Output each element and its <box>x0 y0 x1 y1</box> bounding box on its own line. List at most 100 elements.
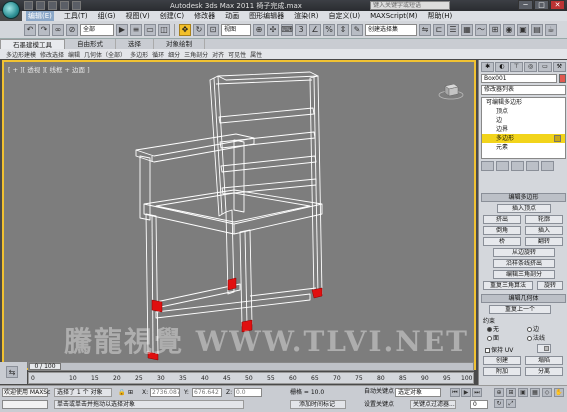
zoom-extents-all-icon[interactable]: ▦ <box>530 388 540 397</box>
menu-graph-editors[interactable]: 图形编辑器 <box>249 11 284 21</box>
edit-geometry-rollout[interactable]: 编辑几何体 <box>481 294 566 303</box>
ribbon-subdivision[interactable]: 细分 <box>168 50 180 59</box>
y-coord-field[interactable]: 676.642 <box>192 388 222 397</box>
create-tab-icon[interactable]: ✱ <box>481 62 495 72</box>
field-of-view-icon[interactable]: ◇ <box>542 388 552 397</box>
stack-item-polygon[interactable]: 多边形 <box>482 134 565 143</box>
time-slider-thumb[interactable]: 0 / 100 <box>29 363 61 370</box>
zoom-all-icon[interactable]: ⊞ <box>506 388 516 397</box>
curve-editor-icon[interactable]: 〜 <box>475 23 487 36</box>
snaps-icon[interactable]: 3 <box>295 23 307 36</box>
turn-button[interactable]: 旋转 <box>537 281 563 290</box>
ribbon-geometry-all[interactable]: 几何体（全部） <box>84 50 126 59</box>
undo-icon[interactable] <box>60 1 69 10</box>
menu-tools[interactable]: 工具(T) <box>64 11 88 21</box>
menu-animation[interactable]: 动画 <box>225 11 239 21</box>
move-icon[interactable]: ✥ <box>179 23 191 36</box>
keyboard-shortcut-icon[interactable]: ⌨ <box>281 23 293 36</box>
edit-named-sets-icon[interactable]: ✎ <box>351 23 363 36</box>
scale-icon[interactable]: ⊡ <box>207 23 219 36</box>
attach-button[interactable]: 附加 <box>483 367 521 376</box>
maximize-button[interactable]: □ <box>534 0 549 10</box>
edit-triangulation-button[interactable]: 编辑三角剖分 <box>493 270 555 279</box>
unlink-icon[interactable]: ⊘ <box>66 23 78 36</box>
insert-vertex-button[interactable]: 插入顶点 <box>497 204 551 213</box>
transform-mode-icon[interactable]: ⊞ <box>128 388 133 397</box>
reference-coord-dropdown[interactable]: 视图 <box>221 23 251 36</box>
go-to-end-icon[interactable]: ⏭ <box>472 388 482 397</box>
link-icon[interactable]: ∞ <box>52 23 64 36</box>
menu-group[interactable]: 组(G) <box>98 11 116 21</box>
bridge-button[interactable]: 桥 <box>483 237 521 246</box>
outline-button[interactable]: 轮廓 <box>525 215 563 224</box>
create-button[interactable]: 创建 <box>483 356 521 365</box>
tab-object-paint[interactable]: 对象绘制 <box>154 39 205 49</box>
ribbon-polygon-modeling[interactable]: 多边形建模 <box>6 50 36 59</box>
preserve-uvs-checkbox[interactable]: 保持 UV <box>485 345 513 354</box>
modify-tab-icon[interactable]: ◐ <box>495 62 509 72</box>
auto-key-button[interactable]: 自动关键点 <box>364 387 394 397</box>
stack-item-editable-poly[interactable]: 可编辑多边形 <box>482 98 565 107</box>
mirror-icon[interactable]: ⇋ <box>419 23 431 36</box>
configure-sets-icon[interactable] <box>541 161 554 171</box>
ribbon-properties[interactable]: 属性 <box>250 50 262 59</box>
maxscript-input[interactable] <box>2 400 48 409</box>
tab-graphite-modeling[interactable]: 石墨建模工具 <box>0 39 65 49</box>
render-setup-icon[interactable]: ▣ <box>517 23 529 36</box>
retriangulate-button[interactable]: 重复三角算法 <box>483 281 533 290</box>
align-icon[interactable]: ⊏ <box>433 23 445 36</box>
maxscript-listener[interactable]: 欢迎使用 MAXSc <box>2 388 50 397</box>
preserve-uvs-settings-button[interactable] <box>537 344 551 353</box>
display-tab-icon[interactable]: ▭ <box>538 62 552 72</box>
ribbon-modify-selection[interactable]: 修改选择 <box>40 50 64 59</box>
ribbon-edit[interactable]: 编辑 <box>68 50 80 59</box>
select-object-icon[interactable]: ▶ <box>116 23 128 36</box>
x-coord-field[interactable]: 2736.087 <box>150 388 181 397</box>
menu-customize[interactable]: 自定义(U) <box>328 11 360 21</box>
menu-rendering[interactable]: 渲染(R) <box>294 11 318 21</box>
stack-item-element[interactable]: 元素 <box>482 143 565 152</box>
repeat-last-button[interactable]: 重复上一个 <box>489 305 551 314</box>
inset-button[interactable]: 插入 <box>525 226 563 235</box>
redo-icon[interactable] <box>72 1 81 10</box>
zoom-extents-icon[interactable]: ▣ <box>518 388 528 397</box>
z-coord-field[interactable]: 0.0 <box>234 388 262 397</box>
modifier-list-dropdown[interactable]: 修改器列表 <box>481 85 566 95</box>
menu-edit[interactable]: 编辑(E) <box>26 11 54 21</box>
constraint-edge-radio[interactable]: 边 <box>527 324 539 333</box>
constraint-none-radio[interactable]: 无 <box>487 324 499 333</box>
spinner-snap-icon[interactable]: ⇕ <box>337 23 349 36</box>
redo-icon[interactable]: ↷ <box>38 23 50 36</box>
menu-help[interactable]: 帮助(H) <box>428 11 453 21</box>
edit-polygons-rollout[interactable]: 编辑多边形 <box>481 193 566 202</box>
app-menu-button[interactable] <box>2 1 20 19</box>
new-file-icon[interactable] <box>24 1 33 10</box>
bevel-button[interactable]: 倒角 <box>483 226 521 235</box>
ribbon-polygons[interactable]: 多边形 <box>130 50 148 59</box>
mini-curve-editor-icon[interactable]: ⇆ <box>6 366 18 378</box>
time-slider[interactable]: 0 / 100 <box>28 362 474 371</box>
stack-item-vertex[interactable]: 顶点 <box>482 107 565 116</box>
orbit-icon[interactable]: ↻ <box>494 399 504 408</box>
flip-button[interactable]: 翻转 <box>525 237 563 246</box>
hinge-from-edge-button[interactable]: 从边旋转 <box>493 248 555 257</box>
render-production-icon[interactable]: ☕ <box>545 23 557 36</box>
ribbon-visibility[interactable]: 可见性 <box>228 50 246 59</box>
rotate-icon[interactable]: ↻ <box>193 23 205 36</box>
ribbon-triangulation[interactable]: 三角剖分 <box>184 50 208 59</box>
minimize-button[interactable]: ─ <box>518 0 533 10</box>
object-color-swatch[interactable] <box>559 74 566 83</box>
play-icon[interactable]: ▶ <box>461 388 471 397</box>
add-time-tag-button[interactable]: 添加时间标记 <box>290 400 346 409</box>
layer-manager-icon[interactable]: ☰ <box>447 23 459 36</box>
schematic-view-icon[interactable]: ⊞ <box>489 23 501 36</box>
stack-item-edge[interactable]: 边 <box>482 116 565 125</box>
current-frame-field[interactable]: 0 <box>470 400 488 409</box>
search-input[interactable]: 键入关键字或短语 <box>370 1 450 10</box>
menu-maxscript[interactable]: MAXScript(M) <box>370 12 417 20</box>
set-key-button[interactable]: 设置关键点 <box>364 400 394 409</box>
pan-icon[interactable]: ✋ <box>554 388 564 397</box>
material-editor-icon[interactable]: ◉ <box>503 23 515 36</box>
undo-icon[interactable]: ↶ <box>24 23 36 36</box>
remove-modifier-icon[interactable] <box>526 161 539 171</box>
